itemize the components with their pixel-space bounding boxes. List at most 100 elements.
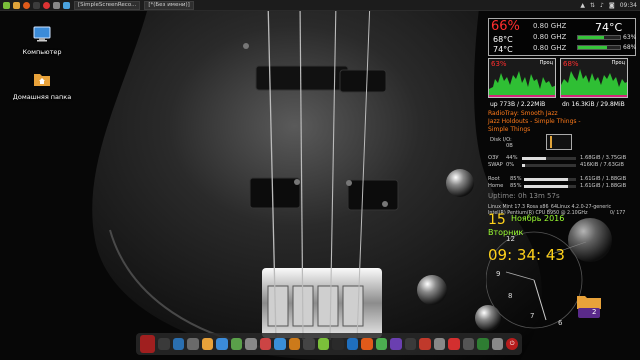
- computer-icon: [33, 26, 51, 42]
- app-icon-6[interactable]: [216, 338, 228, 350]
- disk-home-pct: 85%: [510, 183, 522, 189]
- disk-root-bar: [524, 178, 576, 181]
- menu-icon[interactable]: [3, 1, 10, 9]
- graph-2-label: 68%: [563, 60, 579, 68]
- clock-text[interactable]: 09:34: [620, 2, 637, 9]
- workspace-switcher[interactable]: 2: [576, 294, 602, 320]
- camera-icon[interactable]: ◙: [609, 2, 615, 9]
- cpu-graph-1: 63% Проц: [488, 58, 556, 98]
- taskbar-item-screenrecorder[interactable]: [SimpleScreenReco...: [74, 0, 141, 10]
- disk-home-name: Home: [488, 183, 504, 189]
- dial-number-7: 7: [530, 312, 535, 320]
- home-folder-icon: [34, 74, 50, 86]
- mem-swap-pct: 0%: [506, 162, 515, 168]
- graph-1-sublabel: Проц: [539, 60, 553, 66]
- os-info: Linux Mint 17.3 Rosa x86_64Linux 4.2.0-2…: [488, 205, 612, 210]
- desktop-icon-label: Домашняя папка: [12, 93, 72, 101]
- app-icon-17[interactable]: [375, 338, 388, 350]
- cpu-freq-2: 0.80 GHZ: [533, 33, 567, 41]
- core-pct-1: 63%: [623, 34, 637, 41]
- tray-icon[interactable]: ▲: [580, 2, 585, 9]
- app-icon-8[interactable]: [245, 338, 257, 350]
- app-icon-3[interactable]: [172, 338, 185, 350]
- app-icon-1[interactable]: [140, 335, 156, 353]
- app-icon-4[interactable]: [187, 338, 199, 350]
- firefox-icon[interactable]: [23, 1, 30, 9]
- app-icon-21[interactable]: [433, 338, 446, 350]
- date-day: 15: [488, 212, 506, 228]
- terminal-icon[interactable]: [33, 1, 40, 9]
- mem-swap-name: SWAP: [488, 162, 503, 168]
- cpu-freq-1: 0.80 GHZ: [533, 22, 567, 30]
- app-icon-20[interactable]: [419, 338, 431, 350]
- settings-icon[interactable]: [53, 1, 60, 9]
- app-icon-15[interactable]: [346, 338, 359, 350]
- cpu-temp-big: 74°C: [595, 21, 623, 34]
- dial-number-12: 12: [506, 235, 515, 243]
- workspace-number: 2: [592, 308, 597, 316]
- app-icon-7[interactable]: [230, 338, 243, 350]
- chrome-icon[interactable]: [43, 1, 50, 9]
- app-icon-18[interactable]: [390, 338, 402, 350]
- workspace-box: [578, 308, 600, 318]
- net-upload: up 773B / 2.22MiB: [490, 101, 546, 108]
- folder-icon[interactable]: [13, 1, 20, 9]
- disk-io-value: 0B: [506, 143, 513, 149]
- disk-root-pct: 85%: [510, 176, 522, 182]
- mem-swap-bar: [522, 164, 576, 167]
- app-icon[interactable]: [63, 1, 70, 9]
- app-icon-25[interactable]: [491, 338, 504, 350]
- radio-song-title-2: Simple Things: [488, 126, 531, 133]
- graph-2-sublabel: Проц: [611, 60, 625, 66]
- cpu-graph-2: 68% Проц: [560, 58, 628, 98]
- cpu-freq-3: 0.80 GHZ: [533, 44, 567, 52]
- app-icon-23[interactable]: [462, 338, 475, 350]
- dock: ⏻: [136, 333, 522, 355]
- app-icon-11[interactable]: [288, 338, 301, 350]
- cpu-percent: 66%: [491, 19, 520, 34]
- taskbar-item-untitled[interactable]: [*(Без имени)]: [144, 0, 194, 10]
- date-month-year: Ноябрь 2016: [511, 214, 565, 223]
- cpu-panel: 66% 68°C 74°C 0.80 GHZ 0.80 GHZ 0.80 GHZ…: [488, 18, 636, 56]
- app-icon-10[interactable]: [274, 338, 286, 350]
- app-icon-5[interactable]: [201, 338, 214, 350]
- power-icon[interactable]: ⏻: [506, 338, 518, 350]
- dial-number-9: 9: [496, 270, 501, 278]
- disk-io-graph: [546, 134, 572, 150]
- desktop-icon-computer[interactable]: Компьютер: [12, 26, 72, 56]
- app-icon-22[interactable]: [448, 338, 460, 350]
- app-icon-12[interactable]: [303, 338, 315, 350]
- app-icon-2[interactable]: [158, 338, 170, 350]
- app-icon-13[interactable]: [317, 338, 330, 350]
- app-icon-9[interactable]: [259, 338, 272, 350]
- mem-ram-value: 1.68GiB / 3.75GiB: [580, 155, 627, 161]
- taskbar-item-label: [*(Без имени)]: [148, 2, 190, 8]
- clock-widget: 15 Ноябрь 2016 Вторник 09: 34: 43 12 6 8…: [486, 212, 638, 332]
- app-icon-16[interactable]: [361, 338, 373, 350]
- uptime-text: Uptime: 0h 13m 57s: [488, 192, 560, 200]
- cpu-temp-2: 74°C: [493, 45, 513, 54]
- radio-song-title: Jazz Holdouts - Simple Things -: [488, 118, 581, 125]
- dial-number-6: 6: [558, 319, 563, 327]
- disk-root-value: 1.61GiB / 1.88GiB: [580, 176, 627, 182]
- core-bar-2: [577, 45, 621, 50]
- net-download: dn 16.3KiB / 29.8MiB: [562, 101, 625, 108]
- app-icon-19[interactable]: [404, 338, 417, 350]
- top-panel: [SimpleScreenReco... [*(Без имени)] ▲ ⇅ …: [0, 0, 640, 11]
- core-pct-2: 68%: [623, 44, 637, 51]
- cpu-temp-1: 68°C: [493, 35, 513, 44]
- core-bar-1: [577, 35, 621, 40]
- desktop-icon-label: Компьютер: [22, 48, 62, 56]
- mem-ram-pct: 44%: [506, 155, 518, 161]
- disk-home-bar: [524, 185, 576, 188]
- app-icon-14[interactable]: [332, 338, 344, 350]
- mem-ram-bar: [522, 157, 576, 160]
- digital-time: 09: 34: 43: [488, 246, 565, 264]
- network-icon[interactable]: ⇅: [590, 2, 595, 9]
- mem-ram-name: ОЗУ: [488, 155, 499, 161]
- desktop-icon-home[interactable]: Домашняя папка: [12, 71, 72, 101]
- disk-home-value: 1.61GiB / 1.88GiB: [580, 183, 627, 189]
- disk-root-name: Root: [488, 176, 500, 182]
- app-icon-24[interactable]: [477, 338, 489, 350]
- volume-icon[interactable]: ♪: [600, 2, 604, 9]
